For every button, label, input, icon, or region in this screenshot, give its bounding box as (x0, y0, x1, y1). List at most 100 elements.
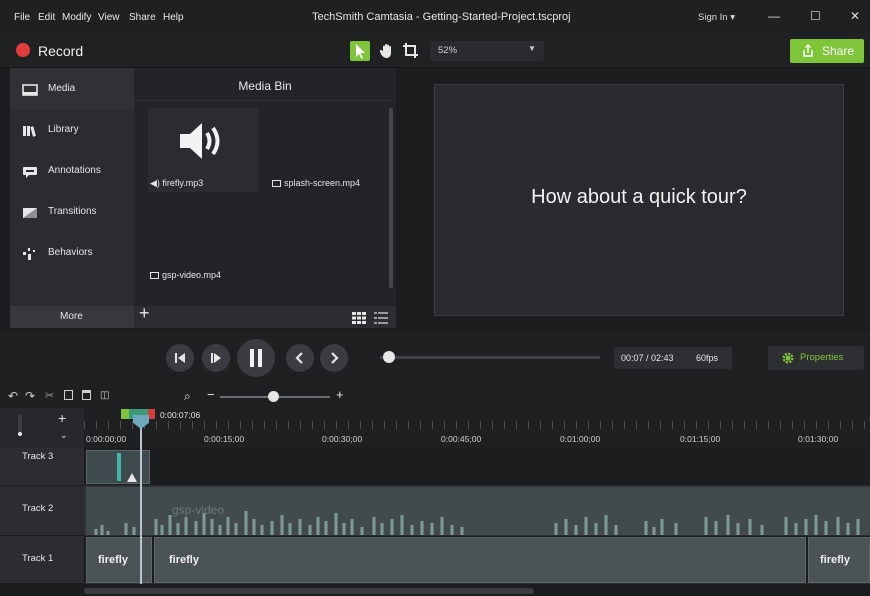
library-icon (23, 126, 36, 137)
track-label: Track 3 (22, 451, 54, 462)
playhead-time: 0:00:07;06 (160, 410, 201, 420)
annotations-icon (23, 167, 37, 178)
step-forward-button[interactable] (202, 344, 230, 372)
ruler-tick: 0:01:00;00 (560, 434, 601, 444)
clip-label: firefly (820, 554, 850, 566)
menu-help[interactable]: Help (163, 12, 184, 23)
zoom-out-button[interactable]: − (207, 387, 215, 402)
firefly-clip[interactable]: firefly (808, 537, 870, 583)
add-media-button[interactable]: + (139, 303, 150, 324)
zoom-in-button[interactable]: + (336, 387, 344, 402)
media-bin-scrollbar[interactable] (389, 108, 393, 288)
track-header-3[interactable]: Track 3 (0, 448, 84, 486)
step-back-icon (175, 353, 185, 363)
add-track-button[interactable]: + (58, 410, 66, 426)
next-button[interactable] (320, 344, 348, 372)
pause-button[interactable] (237, 339, 275, 377)
selection-end-handle[interactable] (148, 409, 155, 419)
record-icon[interactable] (16, 43, 30, 57)
speaker-icon (180, 123, 220, 159)
cut-icon[interactable]: ✂ (45, 389, 54, 402)
track-label: Track 1 (22, 553, 54, 564)
media-label: ◀) firefly.mp3 (150, 178, 204, 188)
track-height-handle[interactable] (18, 432, 22, 436)
video-icon (150, 272, 159, 279)
track-label: Track 2 (22, 503, 54, 514)
track-header-1[interactable]: Track 1 (0, 536, 84, 584)
zoom-search-icon[interactable]: ⌕ (184, 389, 191, 404)
sign-in-button[interactable]: Sign In ▾ (698, 12, 735, 23)
media-label: splash-screen.mp4 (272, 178, 360, 188)
undo-icon[interactable]: ↶ (8, 389, 18, 403)
firefly-clip[interactable]: firefly (154, 537, 806, 583)
step-forward-icon (211, 353, 221, 363)
ruler-ticks (84, 421, 870, 429)
ruler-tick: 0:01:30;00 (798, 434, 839, 444)
menu-edit[interactable]: Edit (38, 12, 55, 23)
copy-icon[interactable] (64, 390, 73, 400)
nav-label: Library (48, 124, 79, 135)
window-title: TechSmith Camtasia - Getting-Started-Pro… (312, 11, 571, 23)
record-button[interactable]: Record (38, 43, 83, 59)
select-tool-button[interactable] (350, 41, 370, 61)
crop-tool-button[interactable] (402, 42, 420, 60)
hand-icon (379, 44, 391, 58)
menu-file[interactable]: File (14, 12, 30, 23)
cursor-arrow-icon (356, 44, 365, 59)
nav-label: Transitions (48, 206, 97, 217)
nav-item-transitions[interactable]: Transitions (10, 193, 134, 233)
nav-item-library[interactable]: Library (10, 111, 134, 151)
clip-label: gsp-video (172, 503, 225, 517)
list-view-icon[interactable] (374, 311, 388, 324)
step-back-button[interactable] (166, 344, 194, 372)
share-icon (803, 44, 813, 57)
clip-label: firefly (98, 554, 128, 566)
paste-icon[interactable] (82, 390, 91, 400)
behaviors-icon (23, 248, 35, 260)
crop-icon (403, 43, 418, 58)
scrub-handle[interactable] (382, 351, 395, 363)
selection-start-handle[interactable] (121, 409, 129, 419)
previous-button[interactable] (286, 344, 314, 372)
minimize-button[interactable]: — (768, 9, 780, 23)
clip-marker (117, 453, 121, 481)
ruler-tick: 0:01:15;00 (680, 434, 721, 444)
playhead-line[interactable] (140, 418, 142, 584)
canvas-caption: How about a quick tour? (531, 186, 747, 208)
close-button[interactable]: ✕ (850, 9, 860, 23)
media-bin-panel (134, 68, 396, 328)
media-bin-title: Media Bin (238, 79, 292, 93)
firefly-clip[interactable]: firefly (86, 537, 152, 583)
media-label-text: gsp-video.mp4 (162, 270, 222, 280)
menu-modify[interactable]: Modify (62, 12, 91, 23)
scrub-track[interactable] (380, 356, 600, 359)
gsp-video-clip[interactable]: gsp-video (86, 487, 870, 535)
nav-item-behaviors[interactable]: Behaviors (10, 234, 134, 274)
menu-view[interactable]: View (98, 12, 120, 23)
track-controls-gutter (0, 408, 84, 448)
clip-label: firefly (169, 554, 199, 566)
more-label: More (60, 311, 83, 322)
track-header-2[interactable]: Track 2 (0, 486, 84, 536)
fps-readout: 60fps (696, 353, 719, 363)
track-lane-3[interactable] (84, 448, 870, 486)
chevron-down-icon: ▼ (528, 44, 536, 53)
pan-tool-button[interactable] (378, 42, 396, 60)
redo-icon[interactable]: ↷ (25, 389, 35, 403)
chevron-right-icon (331, 352, 339, 364)
nav-item-media[interactable]: Media (10, 70, 134, 110)
timeline-zoom-handle[interactable] (268, 391, 279, 402)
pause-icon (250, 349, 262, 367)
nav-item-annotations[interactable]: Annotations (10, 152, 134, 192)
chevron-down-icon[interactable]: ⌄ (60, 430, 68, 441)
split-icon[interactable]: ◫ (100, 390, 109, 401)
grid-view-icon[interactable] (352, 311, 366, 324)
timeline-scrollbar[interactable] (84, 588, 534, 594)
menu-share[interactable]: Share (129, 12, 156, 23)
nav-label: Behaviors (48, 247, 93, 258)
gear-icon (782, 352, 794, 364)
maximize-button[interactable]: ☐ (810, 9, 821, 23)
properties-label: Properties (800, 352, 844, 363)
nav-label: Media (48, 83, 76, 94)
time-readout: 00:07 / 02:43 (621, 353, 674, 363)
